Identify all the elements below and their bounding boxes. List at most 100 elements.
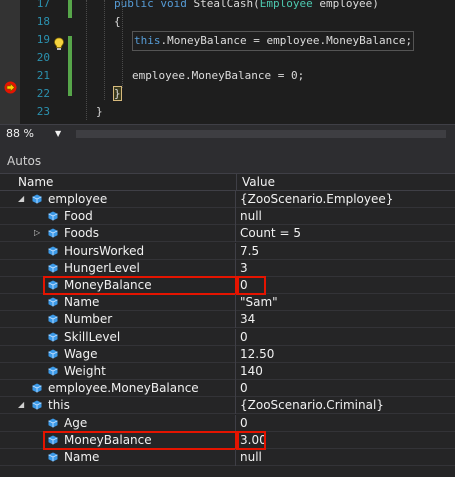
- code-text[interactable]: }: [113, 85, 122, 103]
- autos-row[interactable]: employee.MoneyBalance 0: [0, 380, 455, 397]
- expand-arrow-icon[interactable]: ▷: [34, 229, 42, 237]
- variable-value[interactable]: {ZooScenario.Employee}: [240, 192, 393, 206]
- variable-name: employee: [48, 192, 108, 206]
- variable-value[interactable]: 0: [240, 416, 248, 430]
- property-icon: [48, 349, 58, 359]
- line-number: 21: [36, 69, 50, 82]
- autos-column-headers: Name Value: [0, 173, 455, 192]
- autos-row[interactable]: ◢ employee {ZooScenario.Employee}: [0, 191, 455, 208]
- variable-value[interactable]: {ZooScenario.Criminal}: [240, 398, 384, 412]
- autos-row[interactable]: MoneyBalance 3.00: [0, 431, 455, 450]
- autos-row[interactable]: HoursWorked 7.5: [0, 243, 455, 260]
- variable-value[interactable]: null: [240, 209, 262, 223]
- variable-value[interactable]: null: [240, 450, 262, 464]
- code-text[interactable]: public void StealCash(Employee employee): [114, 0, 379, 13]
- editor-zoom-bar: 88 % ▼: [0, 124, 455, 143]
- property-icon: [48, 211, 58, 221]
- name-cell: ◢ this: [0, 397, 236, 414]
- code-text[interactable]: {: [114, 13, 121, 31]
- autos-grid: ◢ employee {ZooScenario.Employee} Food null ▷…: [0, 191, 455, 477]
- variable-name: Number: [64, 312, 113, 326]
- code-editor[interactable]: 17 public void StealCash(Employee employe…: [0, 0, 455, 124]
- property-icon: [48, 297, 58, 307]
- value-column-header[interactable]: Value: [242, 175, 275, 189]
- property-icon: [48, 418, 58, 428]
- field-icon: [32, 400, 42, 410]
- zoom-dropdown-chevron-icon[interactable]: ▼: [55, 129, 61, 138]
- autos-row[interactable]: SkillLevel 0: [0, 329, 455, 346]
- variable-name: this: [48, 398, 70, 412]
- property-icon: [48, 228, 58, 238]
- name-column-header[interactable]: Name: [18, 175, 53, 189]
- horizontal-scrollbar[interactable]: [76, 130, 446, 138]
- line-number: 17: [36, 0, 50, 10]
- variable-value[interactable]: 140: [240, 364, 263, 378]
- property-icon: [48, 452, 58, 462]
- autos-row[interactable]: Name "Sam": [0, 294, 455, 311]
- name-cell: Name: [0, 449, 236, 466]
- line-number: 19: [36, 33, 50, 46]
- code-line[interactable]: 23}: [0, 103, 455, 121]
- variable-value[interactable]: "Sam": [240, 295, 278, 309]
- variable-name: Name: [64, 295, 100, 309]
- variable-value[interactable]: 7.5: [240, 244, 259, 258]
- autos-row[interactable]: HungerLevel 3: [0, 260, 455, 277]
- column-divider[interactable]: [236, 174, 237, 192]
- variable-value[interactable]: Count = 5: [240, 226, 301, 240]
- code-text[interactable]: this.MoneyBalance = employee.MoneyBalanc…: [132, 31, 415, 51]
- autos-row[interactable]: Name null: [0, 449, 455, 466]
- current-statement-arrow-icon[interactable]: [4, 81, 17, 94]
- autos-row[interactable]: ◢ this {ZooScenario.Criminal}: [0, 397, 455, 414]
- variable-name: Food: [64, 209, 93, 223]
- zoom-level[interactable]: 88 %: [6, 127, 34, 140]
- autos-row[interactable]: Wage 12.50: [0, 346, 455, 363]
- name-cell: SkillLevel: [0, 329, 236, 346]
- autos-window-header: Autos: [0, 143, 455, 173]
- collapse-arrow-icon[interactable]: ◢: [18, 195, 26, 203]
- variable-name: Wage: [64, 347, 98, 361]
- name-cell: ◢ employee: [0, 191, 236, 208]
- property-icon: [48, 263, 58, 273]
- autos-window-title: Autos: [7, 154, 42, 168]
- variable-value[interactable]: 12.50: [240, 347, 274, 361]
- indent-guide: [122, 0, 123, 88]
- variable-name: HungerLevel: [64, 261, 140, 275]
- highlight-box-name: [43, 431, 237, 450]
- variable-name: HoursWorked: [64, 244, 145, 258]
- autos-row[interactable]: MoneyBalance 0: [0, 276, 455, 295]
- line-number: 18: [36, 15, 50, 28]
- autos-row[interactable]: Age 0: [0, 415, 455, 432]
- change-indicator-bar: [68, 36, 72, 54]
- field-icon: [32, 194, 42, 204]
- variable-value[interactable]: 0: [240, 381, 248, 395]
- name-cell: HungerLevel: [0, 260, 236, 277]
- name-cell: Name: [0, 294, 236, 311]
- collapse-arrow-icon[interactable]: ◢: [18, 401, 26, 409]
- indent-guide: [104, 0, 105, 100]
- variable-name: Age: [64, 416, 88, 430]
- variable-value[interactable]: 3: [240, 261, 248, 275]
- change-indicator-bar: [68, 0, 72, 18]
- highlight-box-value: [237, 431, 266, 450]
- code-text[interactable]: employee.MoneyBalance = 0;: [132, 67, 304, 85]
- variable-name: Name: [64, 450, 100, 464]
- variable-value[interactable]: 34: [240, 312, 255, 326]
- highlight-box-value: [237, 276, 266, 295]
- line-number: 23: [36, 105, 50, 118]
- property-icon: [48, 332, 58, 342]
- code-text[interactable]: }: [96, 103, 103, 121]
- property-icon: [48, 366, 58, 376]
- name-cell: HoursWorked: [0, 243, 236, 260]
- autos-row[interactable]: Number 34: [0, 311, 455, 328]
- variable-value[interactable]: 0: [240, 330, 248, 344]
- change-indicator-bar: [68, 54, 72, 96]
- name-cell: Weight: [0, 363, 236, 380]
- name-cell: ▷ Foods: [0, 225, 236, 242]
- name-cell: Food: [0, 208, 236, 225]
- autos-row[interactable]: Food null: [0, 208, 455, 225]
- variable-name: employee.MoneyBalance: [48, 381, 199, 395]
- autos-row[interactable]: Weight 140: [0, 363, 455, 380]
- quick-actions-lightbulb-icon[interactable]: [53, 37, 65, 51]
- variable-name: SkillLevel: [64, 330, 121, 344]
- autos-row[interactable]: ▷ Foods Count = 5: [0, 225, 455, 242]
